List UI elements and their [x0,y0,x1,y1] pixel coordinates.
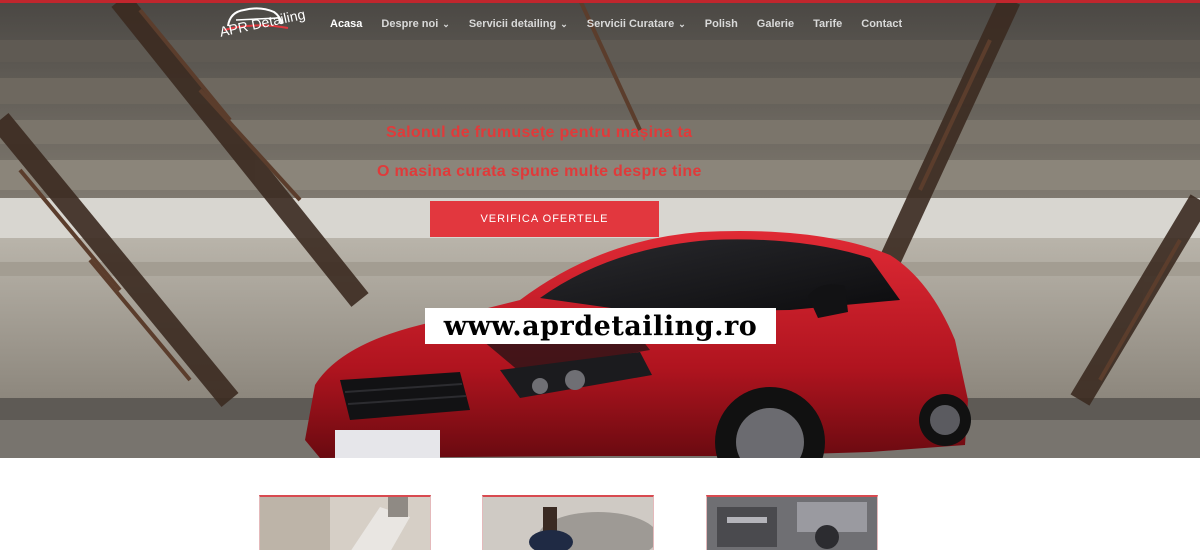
hero-tagline-secondary: O masina curata spune multe despre tine [377,163,702,180]
polish-machine-image [483,497,653,550]
chevron-down-icon: ⌄ [560,18,568,29]
chevron-down-icon: ⌄ [678,18,686,29]
engine-bay-image [707,497,877,550]
nav-item-servicii-curatare[interactable]: Servicii Curatare ⌄ [587,18,686,30]
service-card-polish[interactable] [482,495,654,550]
top-accent-line [0,0,1200,3]
nav-item-label: Servicii detailing [468,18,557,30]
site-logo[interactable]: APR Detailing [214,2,307,52]
nav-item-acasa[interactable]: Acasa [330,18,362,30]
main-nav: Acasa Despre noi ⌄ Servicii detailing ⌄ Servi… [330,18,921,30]
nav-item-label: Galerie [756,18,795,30]
nav-item-label: Contact [861,18,903,30]
nav-item-tarife[interactable]: Tarife [813,18,842,30]
nav-item-label: Acasa [330,18,363,30]
chevron-down-icon: ⌄ [442,18,450,29]
nav-item-servicii-detailing[interactable]: Servicii detailing ⌄ [469,18,568,30]
nav-item-despre-noi[interactable]: Despre noi ⌄ [381,18,449,30]
nav-item-label: Tarife [813,18,843,30]
nav-item-galerie[interactable]: Galerie [757,18,794,30]
nav-item-label: Polish [704,18,738,30]
service-card-cleaning[interactable] [259,495,431,550]
service-card-engine[interactable] [706,495,878,550]
hero-tagline-primary: Salonul de frumusețe pentru mașina ta [386,124,693,141]
check-offers-button[interactable]: VERIFICA OFERTELE [430,201,659,237]
interior-cleaning-image [260,497,430,550]
website-watermark: www.aprdetailing.ro [425,308,776,344]
nav-item-polish[interactable]: Polish [705,18,738,30]
nav-item-label: Despre noi [381,18,439,30]
nav-item-label: Servicii Curatare [586,18,675,30]
nav-item-contact[interactable]: Contact [861,18,902,30]
